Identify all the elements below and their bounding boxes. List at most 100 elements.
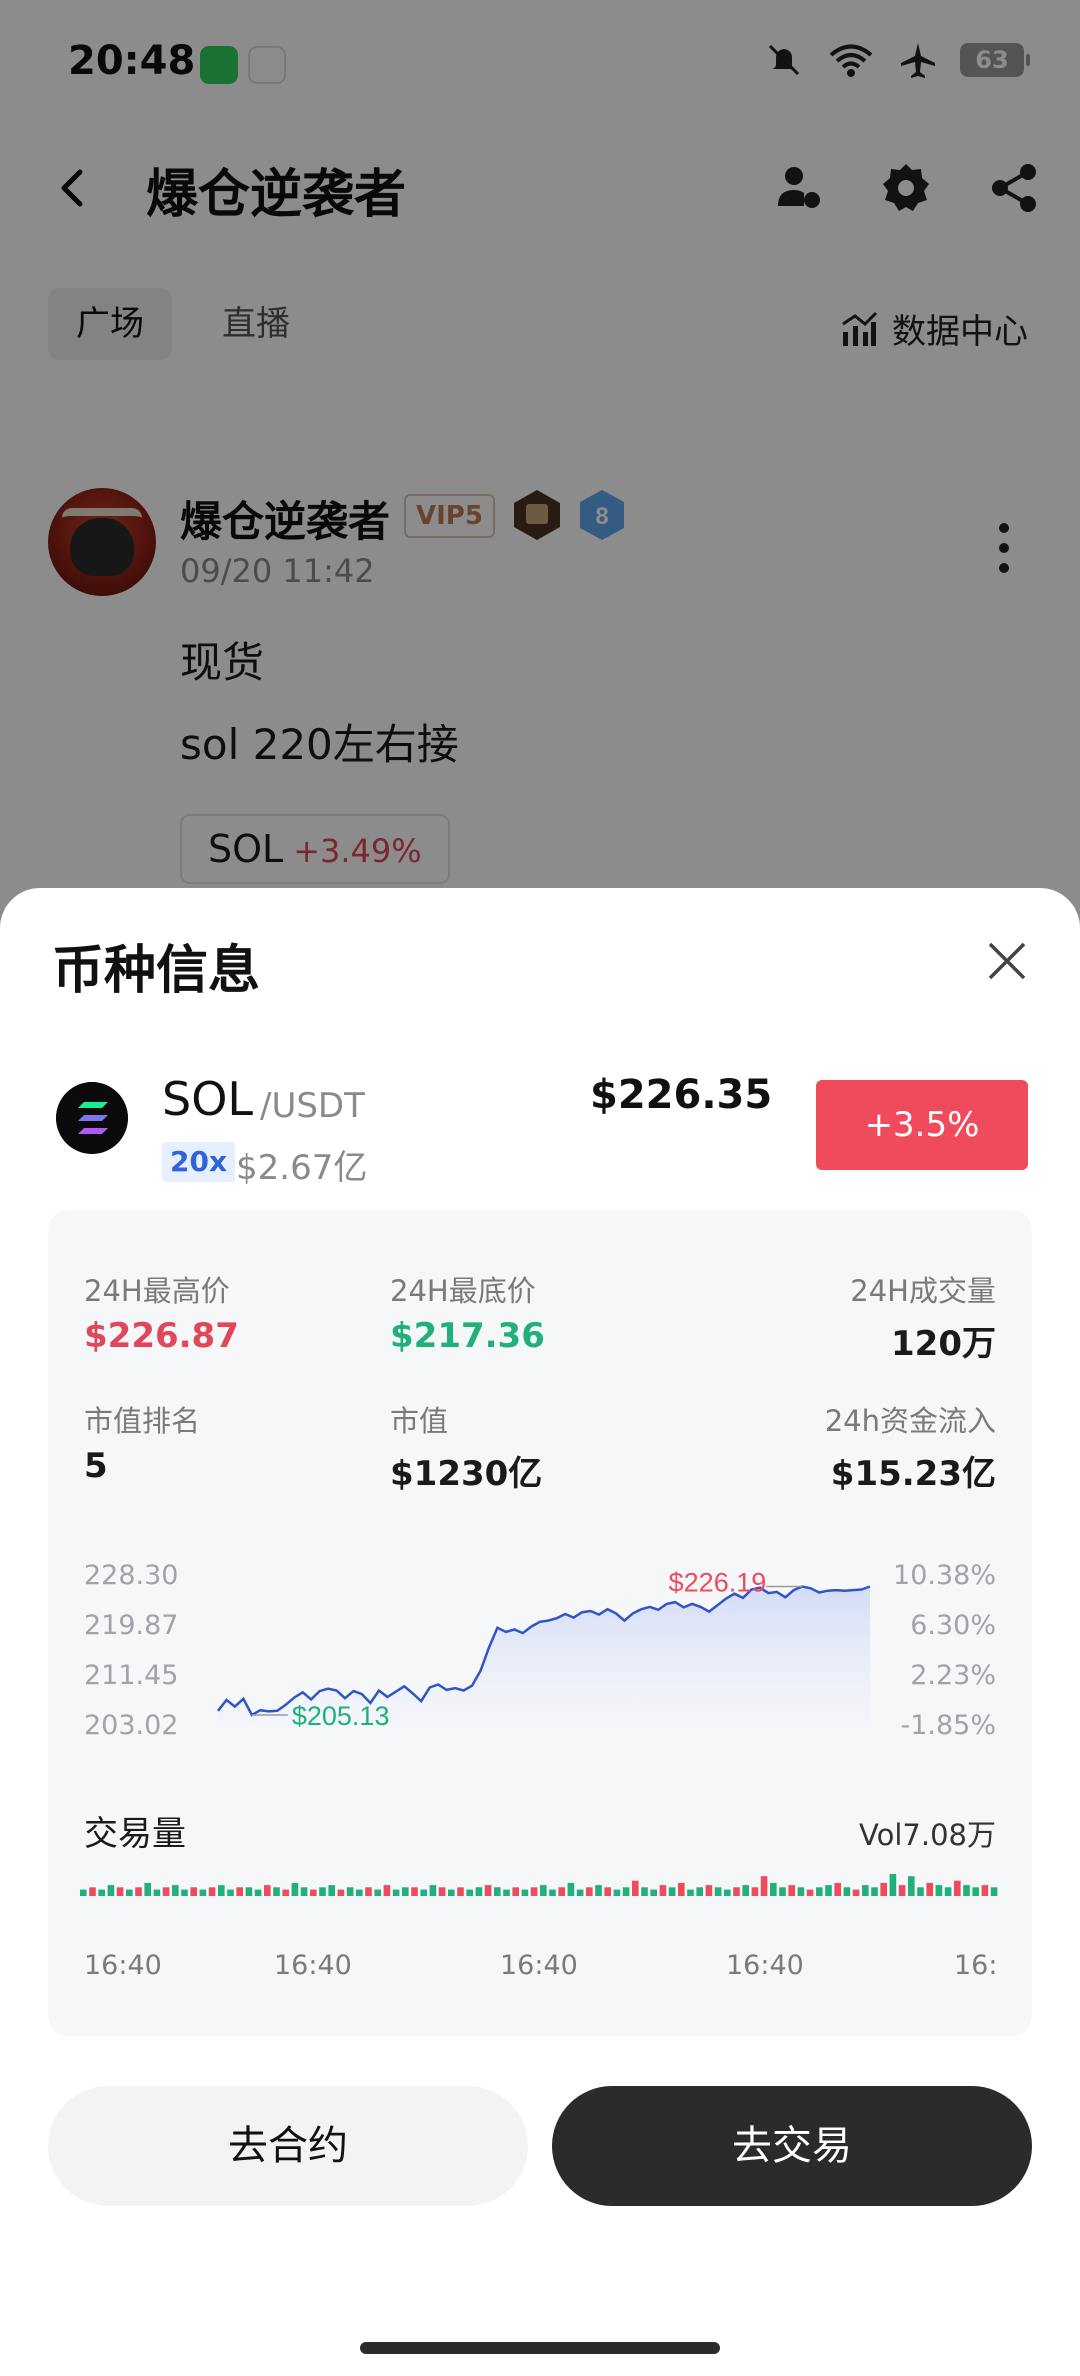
volume-bar (402, 1887, 409, 1896)
volume-bar (613, 1889, 621, 1896)
volume-bar (448, 1889, 455, 1896)
volume-bar (954, 1880, 961, 1896)
volume-bar (908, 1876, 915, 1896)
sol-logo-icon (56, 1082, 128, 1154)
volume-bar (319, 1887, 326, 1896)
go-trade-button[interactable]: 去交易 (552, 2086, 1032, 2206)
volume-bar (705, 1885, 713, 1896)
x-tick: 16:40 (500, 1950, 578, 1981)
volume-bar (724, 1889, 731, 1896)
volume-bar (484, 1885, 492, 1896)
volume-bar (457, 1887, 464, 1896)
price-chart: 228.30 219.87 211.45 203.02 10.38% 6.30%… (48, 1560, 1032, 1750)
volume-bar (871, 1887, 878, 1896)
volume-bar (153, 1889, 161, 1896)
volume-bar (733, 1887, 740, 1896)
volume-bar (834, 1882, 841, 1896)
coin-quote: /USDT (260, 1086, 365, 1126)
close-icon[interactable] (982, 936, 1032, 986)
volume-bar (567, 1882, 575, 1896)
volume-bar (98, 1889, 105, 1896)
volume-bar (300, 1887, 308, 1896)
volume-bar (843, 1887, 851, 1896)
volume-bar (475, 1887, 483, 1896)
volume-bar (273, 1887, 280, 1896)
volume-bar (751, 1887, 759, 1896)
volume-bar (714, 1887, 722, 1896)
coin-header: SOL /USDT 20x $2.67亿 $226.35 +3.5% (56, 1072, 1036, 1188)
flow-label: 24h资金流入 (824, 1404, 996, 1438)
volume-bar (742, 1885, 749, 1896)
volume-bar (825, 1885, 832, 1896)
volume-bar (291, 1882, 299, 1896)
volume-bar (310, 1889, 317, 1896)
volume-bar (889, 1874, 897, 1896)
low-label: 24H最底价 (390, 1274, 536, 1308)
volume-bar (89, 1887, 96, 1896)
volume-bar (944, 1887, 952, 1896)
mcap-value: $1230亿 (390, 1454, 543, 1494)
x-tick: 16: (954, 1950, 996, 1981)
volume-bar (604, 1887, 611, 1896)
volume-bar (356, 1889, 363, 1896)
volume-bar (429, 1885, 437, 1896)
volume-bar (990, 1887, 998, 1896)
volume-bar (144, 1882, 151, 1896)
volume-bar (779, 1887, 786, 1896)
volume-bar (208, 1887, 216, 1896)
volume-bar (981, 1885, 989, 1896)
coin-symbol: SOL (162, 1072, 254, 1126)
volume-bar (172, 1885, 179, 1896)
high-label: 24H最高价 (84, 1274, 230, 1308)
volume-bar (254, 1889, 262, 1896)
volume-bar (383, 1885, 391, 1896)
volume-bar (374, 1889, 381, 1896)
volume-bar (190, 1887, 197, 1896)
volume-bar (236, 1887, 243, 1896)
volume-bar (687, 1889, 694, 1896)
volume-bar (512, 1887, 519, 1896)
volume-bar (107, 1885, 115, 1896)
volume-bar (80, 1889, 87, 1896)
rank-label: 市值排名 (84, 1404, 201, 1438)
volume-bar (135, 1887, 142, 1896)
home-indicator[interactable] (360, 2342, 720, 2354)
volume-bar (346, 1887, 354, 1896)
coin-info-sheet: 币种信息 SOL /USDT 20x $2.67亿 $226.35 +3.5% … (0, 888, 1080, 2376)
volume-bar (392, 1889, 400, 1896)
volume-bar (245, 1887, 253, 1896)
volume-bar (503, 1889, 510, 1896)
volume-bar (576, 1889, 584, 1896)
volume-bar (816, 1887, 823, 1896)
volume-bar (549, 1889, 556, 1896)
volume-bar (898, 1885, 906, 1896)
coin-price: $226.35 (590, 1072, 773, 1118)
volume-bar (199, 1889, 207, 1896)
volume-bar (540, 1885, 547, 1896)
volume-bar (420, 1889, 427, 1896)
volume-bar (595, 1885, 602, 1896)
max-price-label: $226.19 (669, 1568, 767, 1598)
volume-bar (862, 1885, 869, 1896)
volume-bar (494, 1887, 501, 1896)
price-change-badge: +3.5% (816, 1080, 1028, 1170)
volume-bar (788, 1885, 795, 1896)
price-line-svg: $226.19 $205.13 (217, 1568, 871, 1731)
volume-bar (227, 1889, 234, 1896)
coin-volume: $2.67亿 (236, 1148, 368, 1188)
volume-bar (760, 1876, 768, 1896)
volume-bar (116, 1887, 124, 1896)
volume-bar (917, 1887, 924, 1896)
high-value: $226.87 (84, 1316, 239, 1356)
volume-bar (126, 1889, 133, 1896)
volume-bars-svg (80, 1874, 998, 1896)
volume-bar (852, 1889, 860, 1896)
rank-value: 5 (84, 1446, 108, 1486)
go-contract-button[interactable]: 去合约 (48, 2086, 528, 2206)
volume-bar (668, 1887, 676, 1896)
mcap-label: 市值 (390, 1404, 449, 1438)
x-tick: 16:40 (274, 1950, 352, 1981)
volume-bar (337, 1889, 345, 1896)
market-info-card: 24H最高价 $226.87 24H最底价 $217.36 24H成交量 120… (48, 1210, 1032, 2036)
x-tick: 16:40 (84, 1950, 162, 1981)
